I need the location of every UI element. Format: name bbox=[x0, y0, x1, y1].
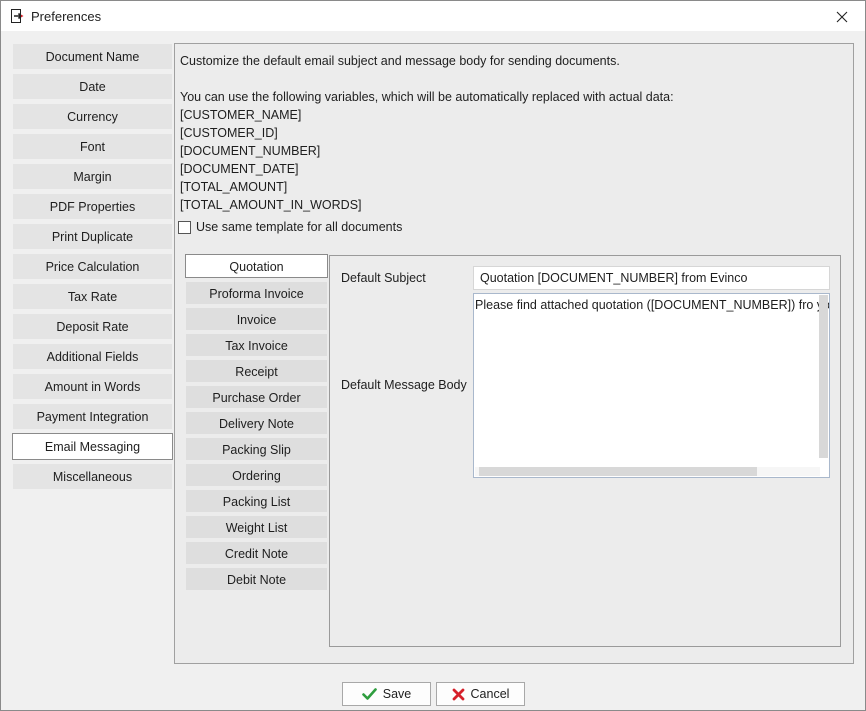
nav-item-currency[interactable]: Currency bbox=[12, 103, 173, 130]
doc-tab-proforma-invoice[interactable]: Proforma Invoice bbox=[185, 281, 328, 305]
doc-tab-invoice[interactable]: Invoice bbox=[185, 307, 328, 331]
nav-item-pdf-properties[interactable]: PDF Properties bbox=[12, 193, 173, 220]
nav-item-price-calculation[interactable]: Price Calculation bbox=[12, 253, 173, 280]
save-label: Save bbox=[382, 687, 412, 701]
close-icon bbox=[836, 11, 848, 22]
subject-input[interactable]: Quotation [DOCUMENT_NUMBER] from Evinco bbox=[473, 266, 830, 290]
cancel-x-icon bbox=[452, 688, 464, 700]
vertical-scrollbar[interactable] bbox=[819, 295, 828, 458]
nav-item-document-name[interactable]: Document Name bbox=[12, 43, 173, 70]
doc-tab-packing-slip[interactable]: Packing Slip bbox=[185, 437, 328, 461]
nav-item-tax-rate[interactable]: Tax Rate bbox=[12, 283, 173, 310]
template-editor: Default Subject Quotation [DOCUMENT_NUMB… bbox=[329, 255, 841, 647]
doc-tab-packing-list[interactable]: Packing List bbox=[185, 489, 328, 513]
message-body-textarea[interactable]: Please find attached quotation ([DOCUMEN… bbox=[473, 293, 830, 478]
doc-tab-ordering[interactable]: Ordering bbox=[185, 463, 328, 487]
cancel-button[interactable]: Cancel bbox=[436, 682, 525, 706]
body-label: Default Message Body bbox=[341, 378, 467, 392]
nav-item-payment-integration[interactable]: Payment Integration bbox=[12, 403, 173, 430]
nav-item-font[interactable]: Font bbox=[12, 133, 173, 160]
subject-label: Default Subject bbox=[341, 271, 426, 285]
email-messaging-panel: Customize the default email subject and … bbox=[174, 43, 854, 664]
doc-tab-delivery-note[interactable]: Delivery Note bbox=[185, 411, 328, 435]
nav-item-amount-in-words[interactable]: Amount in Words bbox=[12, 373, 173, 400]
variable-customer-id: [CUSTOMER_ID] bbox=[180, 126, 278, 140]
preferences-window: Preferences Document Name Date Currency … bbox=[0, 0, 866, 711]
nav-item-deposit-rate[interactable]: Deposit Rate bbox=[12, 313, 173, 340]
variables-intro-text: You can use the following variables, whi… bbox=[180, 90, 674, 104]
message-body-text: Please find attached quotation ([DOCUMEN… bbox=[475, 298, 830, 312]
variable-total-amount-in-words: [TOTAL_AMOUNT_IN_WORDS] bbox=[180, 198, 362, 212]
variable-document-number: [DOCUMENT_NUMBER] bbox=[180, 144, 321, 158]
save-button[interactable]: Save bbox=[342, 682, 431, 706]
same-template-label: Use same template for all documents bbox=[196, 220, 403, 234]
variable-total-amount: [TOTAL_AMOUNT] bbox=[180, 180, 288, 194]
same-template-checkbox[interactable] bbox=[178, 220, 191, 234]
nav-item-miscellaneous[interactable]: Miscellaneous bbox=[12, 463, 173, 490]
variable-document-date: [DOCUMENT_DATE] bbox=[180, 162, 299, 176]
nav-item-margin[interactable]: Margin bbox=[12, 163, 173, 190]
nav-item-date[interactable]: Date bbox=[12, 73, 173, 100]
nav-item-additional-fields[interactable]: Additional Fields bbox=[12, 343, 173, 370]
doc-tab-tax-invoice[interactable]: Tax Invoice bbox=[185, 333, 328, 357]
doc-tab-credit-note[interactable]: Credit Note bbox=[185, 541, 328, 565]
doc-tab-receipt[interactable]: Receipt bbox=[185, 359, 328, 383]
doc-tab-weight-list[interactable]: Weight List bbox=[185, 515, 328, 539]
same-template-option[interactable]: Use same template for all documents bbox=[178, 220, 402, 234]
window-title: Preferences bbox=[31, 9, 102, 24]
close-button[interactable] bbox=[819, 1, 865, 32]
horizontal-scroll-thumb[interactable] bbox=[479, 467, 757, 476]
app-icon bbox=[11, 9, 24, 23]
intro-text: Customize the default email subject and … bbox=[180, 54, 620, 68]
nav-item-print-duplicate[interactable]: Print Duplicate bbox=[12, 223, 173, 250]
nav-item-email-messaging[interactable]: Email Messaging bbox=[12, 433, 173, 460]
doc-tab-quotation[interactable]: Quotation bbox=[185, 254, 328, 278]
checkmark-icon bbox=[361, 688, 377, 700]
doc-tab-debit-note[interactable]: Debit Note bbox=[185, 567, 328, 591]
variable-customer-name: [CUSTOMER_NAME] bbox=[180, 108, 302, 122]
doc-tab-purchase-order[interactable]: Purchase Order bbox=[185, 385, 328, 409]
title-bar: Preferences bbox=[1, 1, 865, 32]
cancel-label: Cancel bbox=[470, 687, 510, 701]
